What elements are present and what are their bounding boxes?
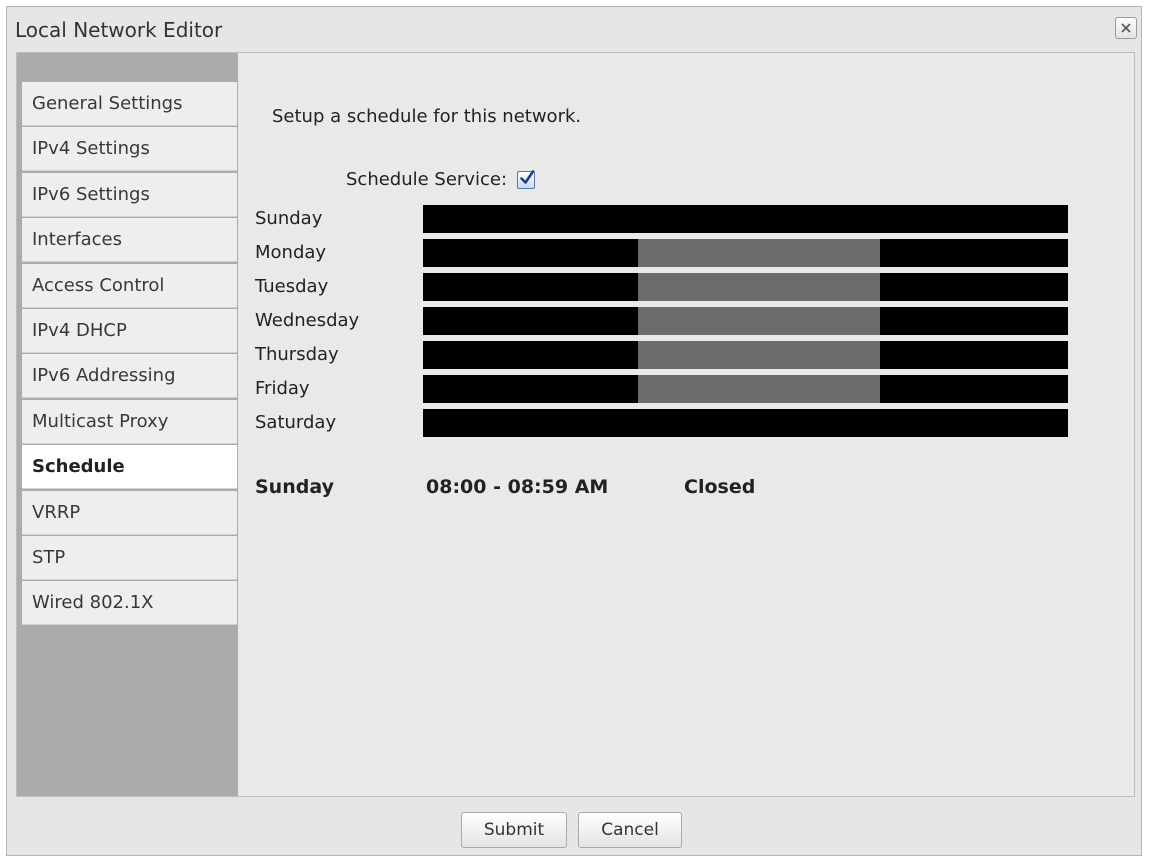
day-label-monday: Monday bbox=[255, 242, 327, 263]
day-label-friday: Friday bbox=[255, 378, 310, 399]
schedule-bar-saturday[interactable] bbox=[423, 409, 1068, 437]
sidebar-nav: General Settings IPv4 Settings IPv6 Sett… bbox=[22, 82, 237, 627]
dialog-title: Local Network Editor bbox=[15, 18, 223, 42]
schedule-service-checkbox[interactable] bbox=[517, 169, 536, 189]
schedule-bar-friday[interactable] bbox=[423, 375, 1068, 403]
schedule-row-thursday: Thursday bbox=[255, 341, 1115, 369]
dialog-titlebar: Local Network Editor bbox=[7, 7, 1141, 51]
schedule-row-saturday: Saturday bbox=[255, 409, 1115, 437]
schedule-bar-sunday[interactable] bbox=[423, 205, 1068, 233]
day-label-thursday: Thursday bbox=[255, 344, 339, 365]
open-hours-segment[interactable] bbox=[638, 307, 880, 335]
close-icon bbox=[1121, 23, 1131, 33]
day-label-sunday: Sunday bbox=[255, 208, 323, 229]
day-label-tuesday: Tuesday bbox=[255, 276, 329, 297]
schedule-panel: Setup a schedule for this network. Sched… bbox=[238, 53, 1134, 796]
schedule-bar-thursday[interactable] bbox=[423, 341, 1068, 369]
sidebar-item-ipv4-settings[interactable]: IPv4 Settings bbox=[22, 127, 237, 172]
open-hours-segment[interactable] bbox=[638, 375, 880, 403]
selected-day-label: Sunday bbox=[255, 476, 334, 498]
sidebar-item-stp[interactable]: STP bbox=[22, 535, 237, 580]
sidebar-item-schedule[interactable]: Schedule bbox=[22, 445, 237, 490]
sidebar-item-wired-8021x[interactable]: Wired 802.1X bbox=[22, 581, 237, 626]
schedule-row-tuesday: Tuesday bbox=[255, 273, 1115, 301]
open-hours-segment[interactable] bbox=[638, 239, 880, 267]
open-hours-segment[interactable] bbox=[638, 341, 880, 369]
sidebar-item-interfaces[interactable]: Interfaces bbox=[22, 218, 237, 263]
schedule-intro-text: Setup a schedule for this network. bbox=[272, 106, 582, 127]
submit-button[interactable]: Submit bbox=[461, 812, 567, 848]
sidebar: General Settings IPv4 Settings IPv6 Sett… bbox=[17, 53, 238, 796]
schedule-service-row: Schedule Service: bbox=[346, 169, 536, 190]
schedule-bar-wednesday[interactable] bbox=[423, 307, 1068, 335]
selected-time-range: 08:00 - 08:59 AM bbox=[426, 476, 609, 498]
schedule-row-sunday: Sunday bbox=[255, 205, 1115, 233]
schedule-row-friday: Friday bbox=[255, 375, 1115, 403]
schedule-row-wednesday: Wednesday bbox=[255, 307, 1115, 335]
sidebar-item-vrrp[interactable]: VRRP bbox=[22, 490, 237, 535]
sidebar-item-ipv6-settings[interactable]: IPv6 Settings bbox=[22, 172, 237, 217]
checkmark-icon bbox=[520, 169, 535, 184]
sidebar-item-ipv6-addressing[interactable]: IPv6 Addressing bbox=[22, 354, 237, 399]
schedule-service-label: Schedule Service: bbox=[346, 169, 508, 190]
sidebar-item-multicast-proxy[interactable]: Multicast Proxy bbox=[22, 399, 237, 444]
sidebar-item-ipv4-dhcp[interactable]: IPv4 DHCP bbox=[22, 308, 237, 353]
cancel-button[interactable]: Cancel bbox=[578, 812, 682, 848]
sidebar-item-general-settings[interactable]: General Settings bbox=[22, 82, 237, 126]
local-network-editor-dialog: Local Network Editor General Settings IP… bbox=[6, 6, 1142, 856]
sidebar-item-access-control[interactable]: Access Control bbox=[22, 263, 237, 308]
day-label-wednesday: Wednesday bbox=[255, 310, 360, 331]
schedule-bar-monday[interactable] bbox=[423, 239, 1068, 267]
close-button[interactable] bbox=[1115, 17, 1137, 39]
open-hours-segment[interactable] bbox=[638, 273, 880, 301]
selected-status: Closed bbox=[684, 476, 756, 498]
schedule-row-monday: Monday bbox=[255, 239, 1115, 267]
editor-frame: General Settings IPv4 Settings IPv6 Sett… bbox=[16, 52, 1135, 797]
day-label-saturday: Saturday bbox=[255, 412, 337, 433]
schedule-bar-tuesday[interactable] bbox=[423, 273, 1068, 301]
